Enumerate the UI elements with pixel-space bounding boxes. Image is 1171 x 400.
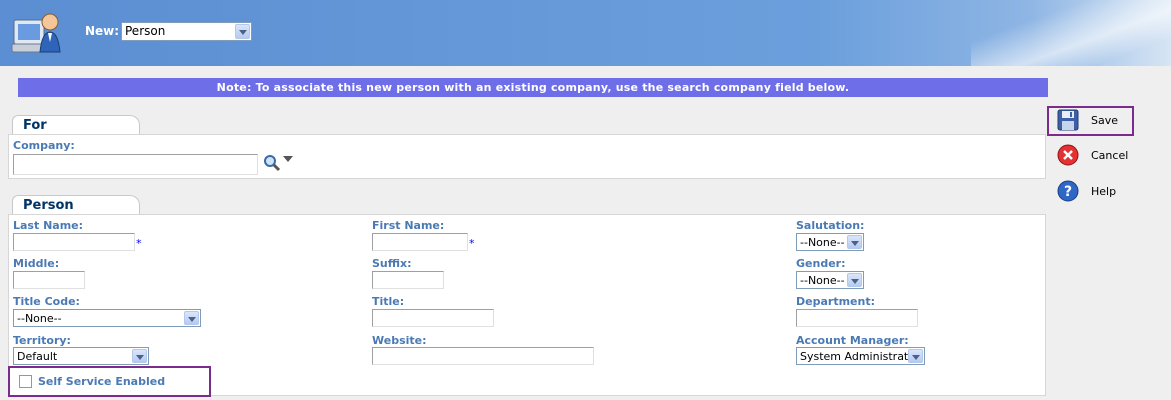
salutation-label: Salutation: [796, 219, 865, 232]
header-bar: New: Person [0, 0, 1171, 66]
cancel-label: Cancel [1091, 148, 1129, 162]
new-record-type-value: Person [125, 24, 166, 38]
magnifier-icon[interactable] [263, 154, 281, 172]
header-decoration [971, 0, 1171, 66]
chevron-down-icon[interactable] [132, 349, 147, 363]
help-button[interactable]: ? Help [1057, 180, 1116, 202]
new-record-type-select[interactable]: Person [121, 22, 252, 41]
last-name-label: Last Name: [13, 219, 84, 232]
cancel-icon [1057, 144, 1079, 166]
title-code-value: --None-- [17, 312, 62, 325]
salutation-value: --None-- [800, 236, 845, 249]
search-dropdown-icon[interactable] [283, 156, 293, 164]
save-button[interactable]: Save [1057, 109, 1118, 131]
title-code-select[interactable]: --None-- [13, 309, 201, 327]
middle-field[interactable] [13, 271, 85, 289]
first-name-field[interactable] [372, 233, 468, 251]
account-manager-value: System Administrator [800, 350, 920, 363]
chevron-down-icon[interactable] [235, 24, 250, 39]
account-manager-label: Account Manager: [796, 334, 909, 347]
tab-person-label: Person [23, 198, 74, 213]
first-name-required-marker: * [469, 237, 475, 250]
territory-select[interactable]: Default [13, 347, 149, 365]
title-code-label: Title Code: [13, 295, 80, 308]
self-service-highlight [8, 366, 211, 397]
chevron-down-icon[interactable] [908, 349, 923, 363]
website-label: Website: [372, 334, 427, 347]
title-label: Title: [372, 295, 405, 308]
cancel-button[interactable]: Cancel [1057, 144, 1128, 166]
chevron-down-icon[interactable] [184, 311, 199, 325]
middle-label: Middle: [13, 257, 60, 270]
tab-for-label: For [23, 118, 47, 133]
department-label: Department: [796, 295, 875, 308]
account-manager-select[interactable]: System Administrator [796, 347, 925, 365]
for-panel: Company: [8, 134, 1046, 179]
territory-value: Default [17, 350, 58, 363]
svg-text:?: ? [1064, 184, 1072, 200]
suffix-field[interactable] [372, 271, 444, 289]
title-field[interactable] [372, 309, 494, 327]
save-label: Save [1091, 113, 1119, 127]
website-field[interactable] [372, 347, 594, 365]
tab-for: For [12, 115, 140, 135]
gender-label: Gender: [796, 257, 846, 270]
chevron-down-icon[interactable] [847, 235, 862, 249]
help-label: Help [1091, 184, 1117, 198]
last-name-required-marker: * [136, 237, 142, 250]
gender-value: --None-- [800, 274, 845, 287]
help-icon: ? [1057, 180, 1079, 202]
note-banner: Note: To associate this new person with … [18, 78, 1048, 97]
department-field[interactable] [796, 309, 918, 327]
new-label: New: [85, 24, 120, 38]
chevron-down-icon[interactable] [847, 273, 862, 287]
company-input[interactable] [13, 154, 258, 175]
gender-select[interactable]: --None-- [796, 271, 864, 289]
salutation-select[interactable]: --None-- [796, 233, 864, 251]
person-computer-icon [11, 13, 61, 53]
tab-person: Person [12, 195, 140, 215]
territory-label: Territory: [13, 334, 71, 347]
first-name-label: First Name: [372, 219, 445, 232]
last-name-field[interactable] [13, 233, 135, 251]
company-label: Company: [13, 139, 75, 152]
floppy-disk-icon [1057, 109, 1079, 131]
suffix-label: Suffix: [372, 257, 412, 270]
